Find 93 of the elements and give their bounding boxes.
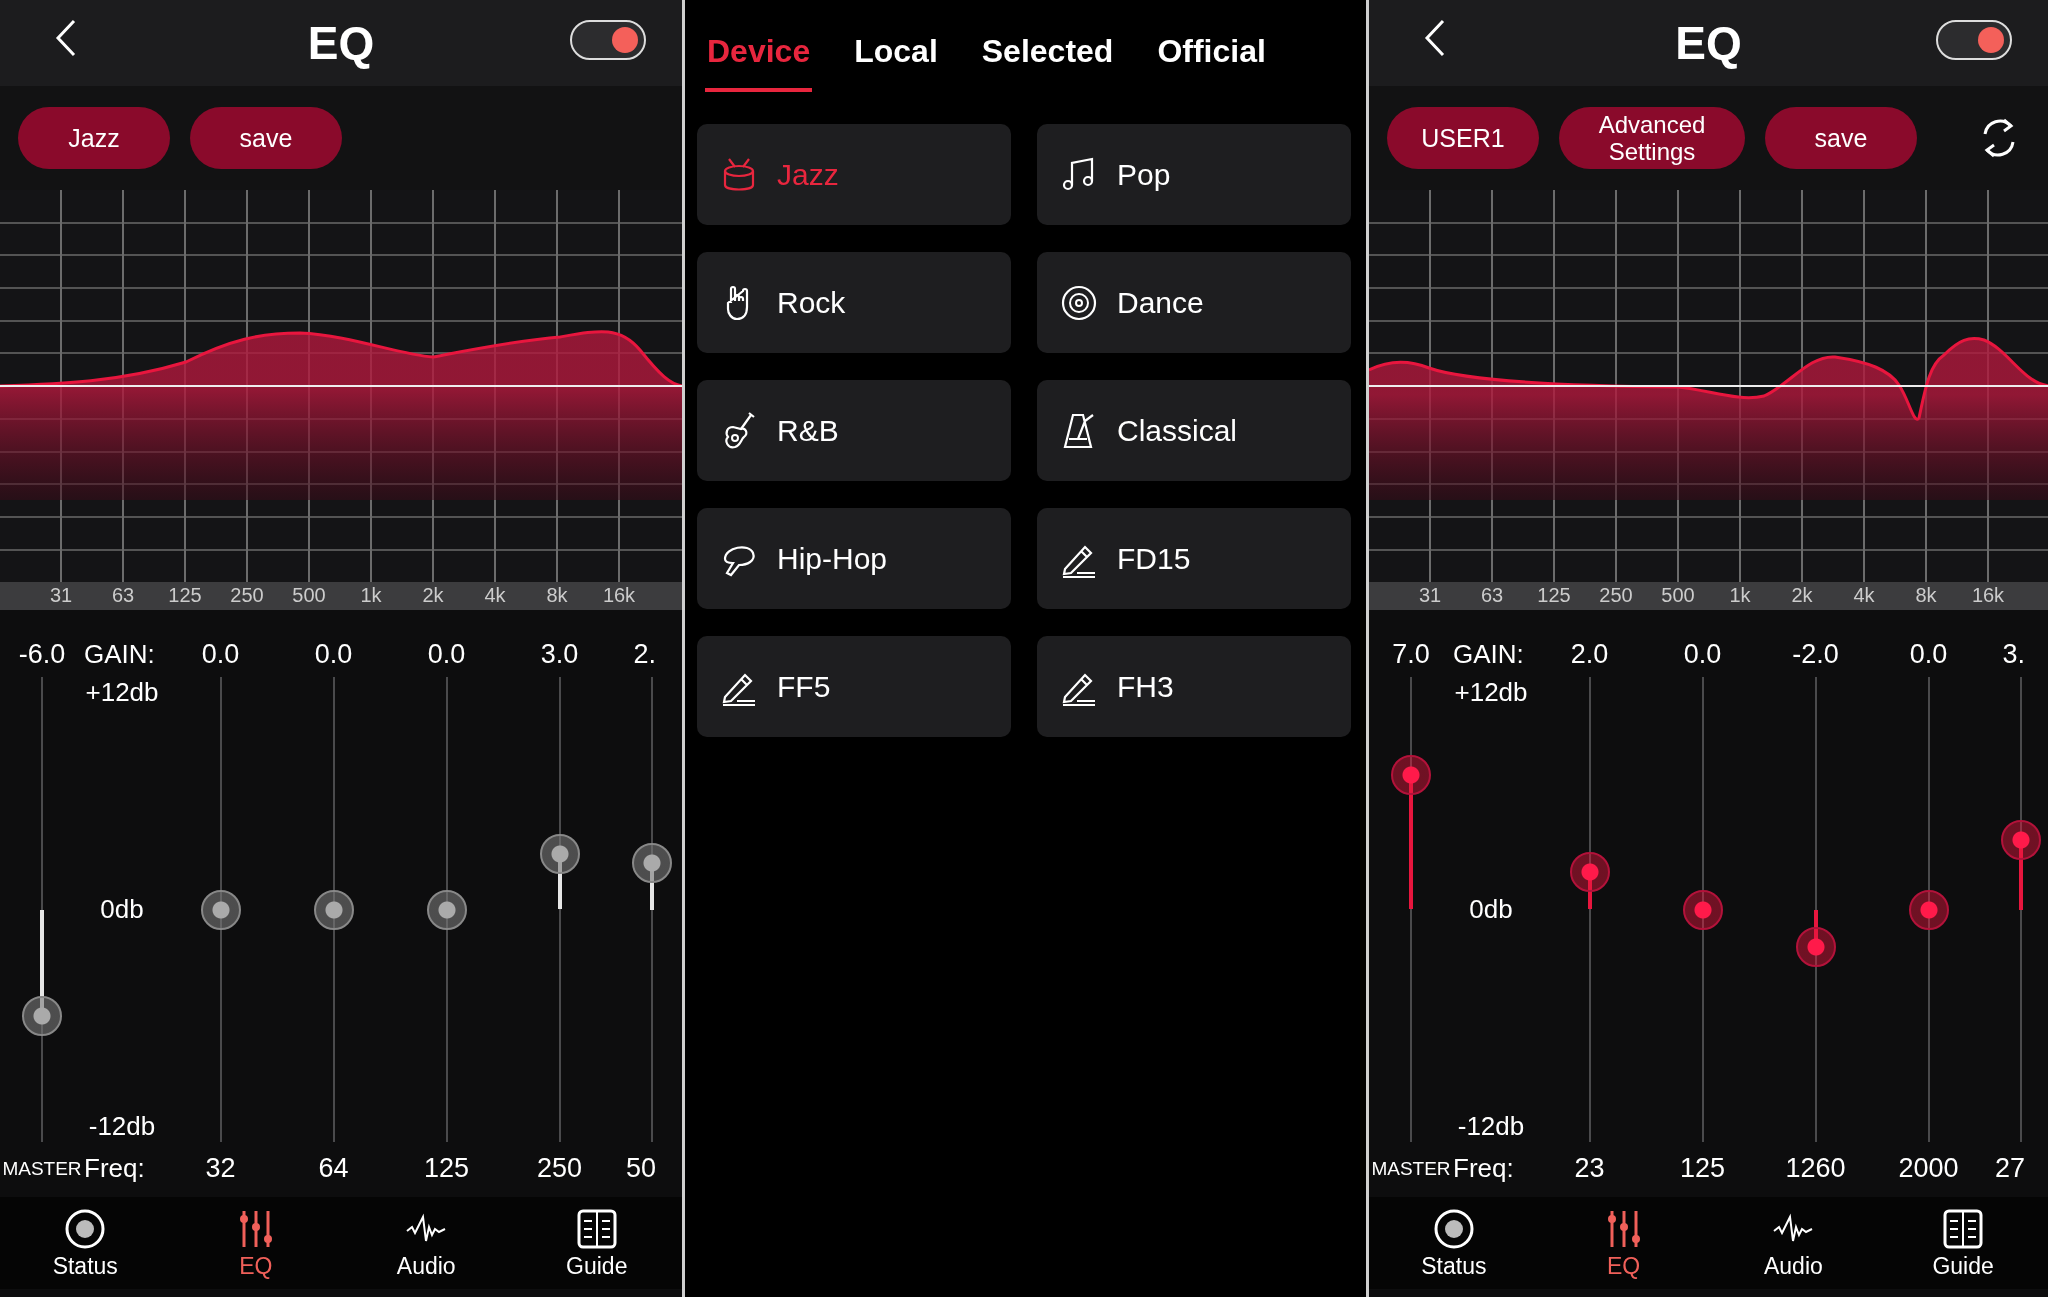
axis-label: 8k xyxy=(545,584,569,607)
gain-value: 2. xyxy=(633,638,656,671)
slider-thumb[interactable] xyxy=(1908,889,1949,930)
axis-label: 16k xyxy=(1970,584,2006,607)
slider-thumb[interactable] xyxy=(2001,819,2041,860)
preset-card[interactable]: FH3 xyxy=(1037,636,1351,737)
scale-label: 0db xyxy=(100,894,144,925)
preset-card[interactable]: FD15 xyxy=(1037,508,1351,609)
freq-value: 64 xyxy=(318,1152,349,1185)
preset-card[interactable]: R&B xyxy=(697,380,1011,481)
screen-title: EQ xyxy=(307,16,375,70)
toggle-switch[interactable] xyxy=(570,20,646,60)
category-tab[interactable]: Selected xyxy=(979,22,1116,92)
axis-label: 16k xyxy=(601,584,637,607)
axis-label: 250 xyxy=(229,584,265,607)
nav-tab[interactable]: Status xyxy=(1398,1206,1509,1280)
axis-label: 500 xyxy=(291,584,327,607)
freq-value: 50 xyxy=(625,1152,656,1185)
axis-label: 8k xyxy=(1914,584,1938,607)
preset-button[interactable]: USER1 xyxy=(1387,107,1539,169)
axis-label: 250 xyxy=(1598,584,1634,607)
nav-tab[interactable]: Audio xyxy=(371,1206,482,1280)
gain-value: 0.0 xyxy=(201,638,240,671)
preset-button[interactable]: Advanced Settings xyxy=(1559,107,1745,169)
axis-label: 4k xyxy=(483,584,507,607)
back-icon[interactable] xyxy=(1423,18,1447,58)
gain-value: 3. xyxy=(2002,638,2025,671)
gain-value: 7.0 xyxy=(1392,638,1430,671)
freq-value: 32 xyxy=(205,1152,236,1185)
freq-value: 1260 xyxy=(1785,1152,1846,1185)
preset-card[interactable]: Classical xyxy=(1037,380,1351,481)
preset-card[interactable]: Hip-Hop xyxy=(697,508,1011,609)
category-tab[interactable]: Device xyxy=(705,22,813,92)
preset-card[interactable]: Pop xyxy=(1037,124,1351,225)
scale-label: -12db xyxy=(1457,1111,1525,1142)
gain-value: -2.0 xyxy=(1792,638,1839,671)
freq-label: Freq: xyxy=(84,1152,145,1185)
gain-value: 0.0 xyxy=(1683,638,1722,671)
gain-value: 0.0 xyxy=(1909,638,1948,671)
gain-value: -6.0 xyxy=(18,638,66,671)
freq-value: 23 xyxy=(1574,1152,1605,1185)
freq-value: 2000 xyxy=(1898,1152,1959,1185)
freq-value: 27 xyxy=(1994,1152,2025,1185)
preset-card[interactable]: Jazz xyxy=(697,124,1011,225)
gain-value: 0.0 xyxy=(314,638,353,671)
axis-label: 125 xyxy=(1536,584,1572,607)
axis-label: 4k xyxy=(1852,584,1876,607)
category-tab[interactable]: Local xyxy=(852,22,940,92)
nav-tab[interactable]: Status xyxy=(30,1206,141,1280)
axis-label: 1k xyxy=(359,584,383,607)
nav-tab[interactable]: Guide xyxy=(541,1206,652,1280)
gain-label: GAIN: xyxy=(1453,638,1524,671)
axis-label: 31 xyxy=(48,584,74,607)
preset-card[interactable]: Rock xyxy=(697,252,1011,353)
slider-thumb[interactable] xyxy=(1391,754,1431,795)
axis-label: 63 xyxy=(1479,584,1505,607)
preset-card[interactable]: Dance xyxy=(1037,252,1351,353)
gain-label: GAIN: xyxy=(84,638,155,671)
master-label: MASTER xyxy=(2,1157,82,1181)
freq-value: 125 xyxy=(1679,1152,1726,1185)
axis-label: 125 xyxy=(167,584,203,607)
axis-label: 2k xyxy=(1790,584,1814,607)
slider-thumb[interactable] xyxy=(1795,926,1836,967)
preset-button[interactable]: save xyxy=(190,107,342,169)
preset-button[interactable]: Jazz xyxy=(18,107,170,169)
scale-label: +12db xyxy=(85,677,159,708)
gain-value: 3.0 xyxy=(540,638,579,671)
gain-value: 0.0 xyxy=(427,638,466,671)
toggle-switch[interactable] xyxy=(1936,20,2012,60)
freq-value: 250 xyxy=(536,1152,583,1185)
screen-title: EQ xyxy=(1675,16,1742,70)
nav-tab[interactable]: EQ xyxy=(1568,1206,1679,1280)
back-icon[interactable] xyxy=(54,18,78,58)
freq-label: Freq: xyxy=(1453,1152,1514,1185)
master-label: MASTER xyxy=(1371,1157,1451,1181)
axis-label: 63 xyxy=(110,584,136,607)
axis-label: 500 xyxy=(1660,584,1696,607)
preset-card[interactable]: FF5 xyxy=(697,636,1011,737)
scale-label: 0db xyxy=(1469,894,1513,925)
category-tab[interactable]: Official xyxy=(1155,22,1268,92)
scale-label: -12db xyxy=(88,1111,156,1142)
axis-label: 2k xyxy=(421,584,445,607)
nav-tab[interactable]: Audio xyxy=(1738,1206,1849,1280)
gain-value: 2.0 xyxy=(1570,638,1609,671)
scale-label: +12db xyxy=(1454,677,1528,708)
axis-label: 1k xyxy=(1728,584,1752,607)
axis-label: 31 xyxy=(1417,584,1443,607)
preset-button[interactable]: save xyxy=(1765,107,1917,169)
freq-value: 125 xyxy=(423,1152,470,1185)
nav-tab[interactable]: Guide xyxy=(1908,1206,2019,1280)
slider-thumb[interactable] xyxy=(1569,852,1610,893)
nav-tab[interactable]: EQ xyxy=(200,1206,311,1280)
slider-thumb[interactable] xyxy=(1682,889,1723,930)
